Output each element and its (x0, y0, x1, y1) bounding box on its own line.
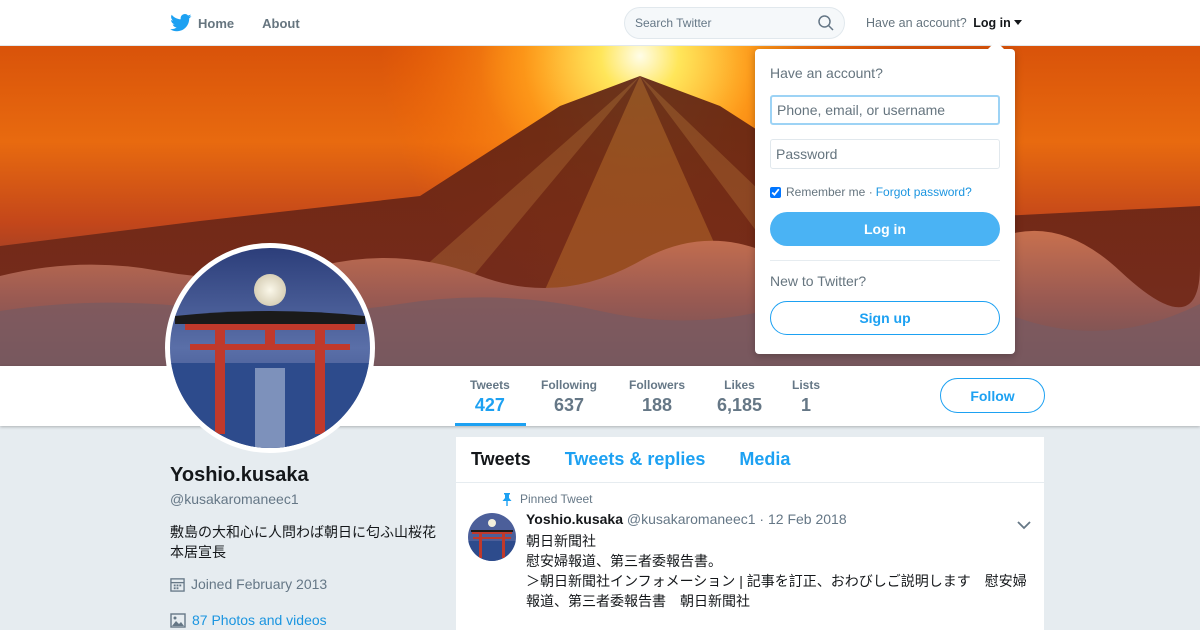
nav-about-label: About (262, 15, 300, 31)
profile-joined-text: Joined February 2013 (191, 576, 328, 592)
nav-about[interactable]: About (262, 16, 300, 31)
caret-down-icon (1013, 20, 1022, 25)
stat-followers-label: Followers (629, 378, 686, 392)
tab-media[interactable]: Media (739, 449, 790, 470)
profile-handle[interactable]: @kusakaromaneec1 (170, 491, 299, 507)
stat-lists[interactable]: Lists 1 (792, 378, 820, 416)
stat-followers-value: 188 (641, 395, 673, 415)
search-input[interactable] (635, 16, 818, 30)
dropdown-divider (770, 260, 1000, 261)
profile-joined: Joined February 2013 (170, 576, 327, 592)
active-tab-indicator (455, 423, 526, 426)
tweet-text: 朝日新聞社 慰安婦報道、第三者委報告書。 ＞朝日新聞社インフォメーション | 記… (526, 531, 1031, 611)
search-icon[interactable] (818, 15, 834, 31)
stat-tweets-value: 427 (474, 395, 505, 415)
stat-tweets-label: Tweets (470, 378, 510, 392)
stat-following-value: 637 (553, 395, 585, 415)
login-button[interactable]: Log in (770, 212, 1000, 246)
nav-home[interactable]: Home (170, 14, 234, 32)
photo-icon (170, 612, 186, 628)
have-account-text: Have an account? (866, 16, 967, 30)
new-to-twitter-text: New to Twitter? (770, 273, 867, 289)
stat-likes[interactable]: Likes 6,185 (717, 378, 762, 416)
stat-likes-value: 6,185 (717, 395, 763, 415)
avatar-image (170, 248, 370, 448)
username-field[interactable] (770, 95, 1000, 125)
tweet-line: 慰安婦報道、第三者委報告書。 (526, 553, 722, 569)
stat-following[interactable]: Following 637 (541, 378, 597, 416)
tweet-line: ＞朝日新聞社インフォメーション | 記事を訂正、おわびしご説明します 慰安婦報道… (526, 573, 1027, 609)
tweet-line: 朝日新聞社 (526, 533, 596, 549)
signup-button[interactable]: Sign up (770, 301, 1000, 335)
login-dropdown: Have an account? Remember me · Forgot pa… (755, 41, 1015, 354)
login-toggle[interactable]: Have an account? Log in (866, 16, 1022, 30)
profile-avatar[interactable] (165, 243, 375, 453)
stat-lists-value: 1 (801, 395, 812, 415)
password-field[interactable] (770, 139, 1000, 169)
tweet-author-handle[interactable]: @kusakaromaneec1 (627, 511, 756, 527)
profile-bio: 敷島の大和心に人問わば朝日に匂ふ山桜花 本居宣長 (170, 524, 436, 560)
timeline: Tweets Tweets & replies Media Pinned Twe… (456, 437, 1044, 630)
stat-likes-label: Likes (724, 378, 755, 392)
login-dropdown-title: Have an account? (770, 65, 883, 81)
follow-button[interactable]: Follow (940, 378, 1045, 413)
tweet-separator: · (759, 511, 765, 527)
stat-following-label: Following (541, 378, 597, 392)
tweet-avatar-image (468, 513, 516, 561)
pinned-tweet-label: Pinned Tweet (502, 492, 593, 506)
stat-lists-label: Lists (792, 378, 821, 392)
search-box[interactable] (624, 7, 845, 39)
tab-tweets-replies[interactable]: Tweets & replies (565, 449, 706, 470)
profile-name[interactable]: Yoshio.kusaka (170, 464, 309, 487)
profile-photos-link[interactable]: 87 Photos and videos (170, 612, 327, 628)
tweet-author-name[interactable]: Yoshio.kusaka (526, 511, 623, 527)
remember-row: Remember me · Forgot password? (770, 185, 1000, 199)
calendar-icon (170, 577, 185, 592)
profile-photos-text[interactable]: 87 Photos and videos (192, 612, 327, 628)
remember-separator: · (868, 185, 873, 199)
stat-followers[interactable]: Followers 188 (629, 378, 685, 416)
stat-tweets[interactable]: Tweets 427 (470, 378, 510, 416)
pin-icon (502, 492, 512, 506)
nav-left: Home About (170, 0, 328, 46)
tab-tweets[interactable]: Tweets (471, 449, 531, 470)
tweet-date[interactable]: 12 Feb 2018 (768, 511, 847, 527)
timeline-tabs: Tweets Tweets & replies Media (456, 437, 1044, 483)
forgot-password-link[interactable]: Forgot password? (876, 185, 972, 199)
remember-me-checkbox[interactable] (770, 186, 781, 198)
remember-me-label[interactable]: Remember me (786, 185, 865, 199)
twitter-bird-icon (170, 14, 192, 32)
top-nav: Home About Have an account? Log in (0, 0, 1200, 46)
nav-home-label: Home (198, 15, 235, 31)
tweet-header: Yoshio.kusaka @kusakaromaneec1 · 12 Feb … (526, 511, 847, 527)
tweet-avatar[interactable] (468, 513, 516, 561)
chevron-down-icon (1017, 521, 1031, 530)
login-link-label[interactable]: Log in (973, 16, 1011, 30)
pinned-text: Pinned Tweet (520, 492, 593, 506)
